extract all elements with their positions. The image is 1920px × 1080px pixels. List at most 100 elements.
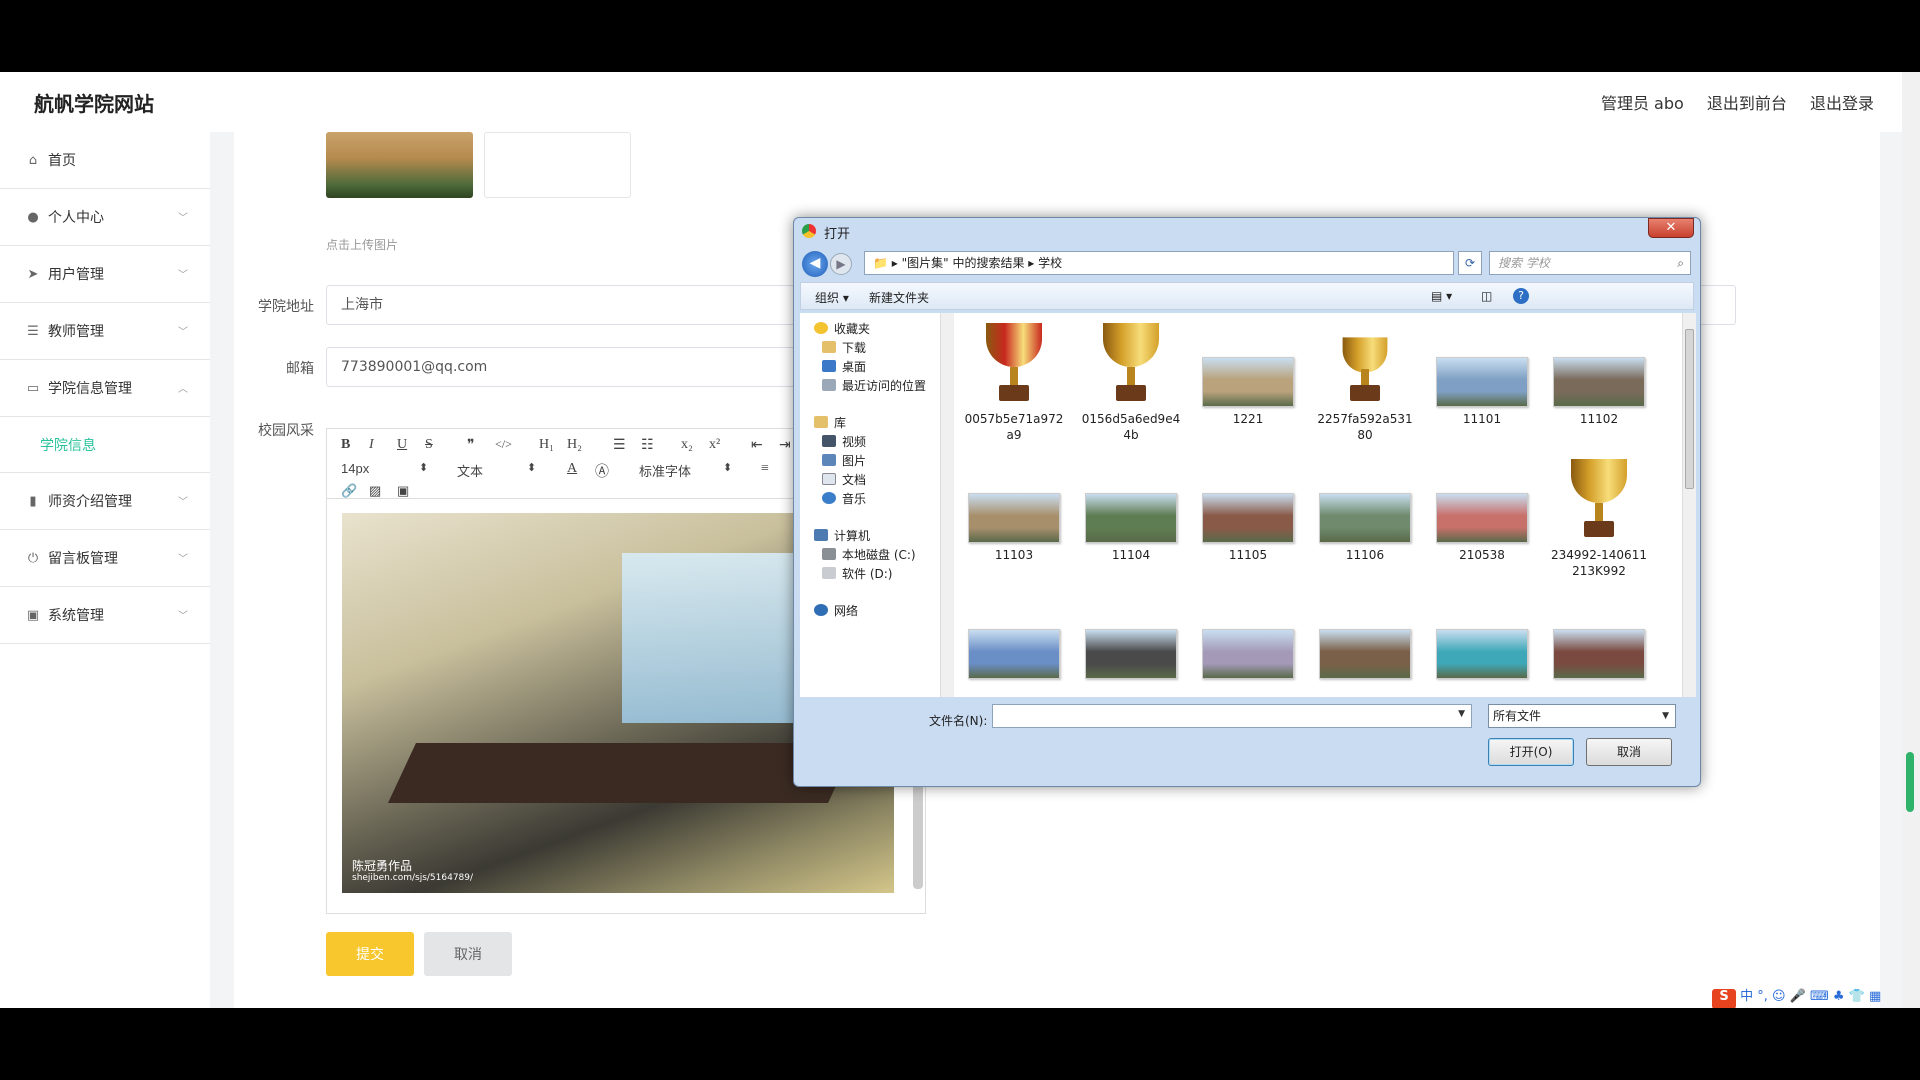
sidebar-item-home[interactable]: ⌂ 首页 [0, 132, 210, 189]
heading1-icon[interactable]: H₁ [539, 437, 554, 453]
sidebar-item-label: 个人中心 [48, 210, 104, 226]
bullet-list-icon[interactable]: ☷ [641, 437, 654, 454]
file-item[interactable]: 2257fa592a531 80 [1315, 319, 1415, 443]
image-icon[interactable]: ▨ [369, 483, 381, 499]
filename-input[interactable]: ▼ [992, 704, 1472, 728]
file-item[interactable]: 210538 [1432, 455, 1532, 563]
ime-toolbar[interactable]: S 中 °, ☺ 🎤 ⌨ ♣ 👕 ▦ [1712, 985, 1881, 1008]
tree-videos[interactable]: 视频 [822, 432, 866, 452]
tree-network[interactable]: 网络 [814, 601, 858, 621]
file-item[interactable] [1081, 591, 1181, 683]
sidebar-item-users[interactable]: ➤ 用户管理 ﹀ [0, 246, 210, 303]
strikethrough-icon[interactable]: S [425, 437, 433, 453]
tree-disk-c[interactable]: 本地磁盘 (C:) [822, 545, 916, 565]
ime-logo[interactable]: S [1712, 989, 1736, 1008]
sidebar-subitem-college-info[interactable]: 学院信息 [0, 417, 210, 473]
underline-icon[interactable]: U [397, 437, 407, 453]
tree-favorites[interactable]: 收藏夹 [814, 319, 870, 339]
file-item[interactable]: 11102 [1549, 319, 1649, 427]
file-item[interactable]: 234992-140611 213K992 [1549, 455, 1649, 579]
upload-hint[interactable]: 点击上传图片 [326, 236, 398, 253]
sidebar-item-system[interactable]: ▣ 系统管理 ﹀ [0, 587, 210, 644]
view-options-icon[interactable]: ▤ ▾ [1431, 289, 1452, 303]
align-icon[interactable]: ≡ [761, 461, 769, 477]
file-item[interactable]: 11106 [1315, 455, 1415, 563]
tree-library[interactable]: 库 [814, 413, 846, 433]
organize-menu[interactable]: 组织 ▾ [815, 289, 849, 306]
tree-computer[interactable]: 计算机 [814, 526, 870, 546]
scrollbar-thumb[interactable] [1906, 752, 1914, 812]
sidebar-item-college-info-mgmt[interactable]: ▭ 学院信息管理 ︿ [0, 360, 210, 417]
file-scrollbar[interactable] [1682, 313, 1696, 697]
ordered-list-icon[interactable]: ☰ [613, 437, 626, 454]
indent-icon[interactable]: ⇥ [779, 437, 791, 454]
open-button[interactable]: 打开(O) [1488, 738, 1574, 766]
refresh-icon[interactable]: ⟳ [1458, 251, 1482, 275]
video-icon[interactable]: ▣ [397, 483, 409, 499]
file-item[interactable] [1315, 591, 1415, 683]
quote-icon[interactable]: ❞ [467, 437, 475, 454]
dropdown-arrow-icon[interactable]: ▼ [1458, 709, 1465, 719]
file-item[interactable]: 11103 [964, 455, 1064, 563]
link-icon[interactable]: 🔗 [341, 483, 357, 499]
tree-music[interactable]: 音乐 [822, 489, 866, 509]
tree-disk-d[interactable]: 软件 (D:) [822, 564, 892, 584]
sidebar-item-faculty[interactable]: ▮ 师资介绍管理 ﹀ [0, 473, 210, 530]
paragraph-select[interactable]: 文本 [457, 461, 483, 480]
code-icon[interactable]: </> [495, 437, 512, 452]
upload-slot[interactable] [484, 132, 631, 198]
chevron-up-icon: ︿ [178, 384, 188, 395]
new-folder-button[interactable]: 新建文件夹 [869, 289, 929, 306]
card-icon: ▣ [26, 607, 40, 623]
submit-button[interactable]: 提交 [326, 932, 414, 976]
dialog-cancel-button[interactable]: 取消 [1586, 738, 1672, 766]
search-input[interactable]: 搜索 学校 ⌕ [1489, 251, 1691, 275]
highlight-icon[interactable]: Ⓐ [595, 461, 609, 481]
scrollbar-thumb[interactable] [1685, 329, 1694, 489]
page-scrollbar[interactable] [1902, 72, 1920, 1008]
file-item[interactable]: 0057b5e71a972 a9 [964, 319, 1064, 443]
tree-documents[interactable]: 文档 [822, 470, 866, 490]
close-button[interactable]: ✕ [1648, 218, 1694, 238]
sidebar-item-profile[interactable]: ● 个人中心 ﹀ [0, 189, 210, 246]
tree-pictures[interactable]: 图片 [822, 451, 866, 471]
file-item[interactable]: 1221 [1198, 319, 1298, 427]
file-item[interactable]: 0156d5a6ed9e4 4b [1081, 319, 1181, 443]
back-to-front-link[interactable]: 退出到前台 [1707, 94, 1787, 113]
preview-pane-icon[interactable]: ◫ [1481, 289, 1492, 303]
home-icon: ⌂ [28, 152, 38, 168]
superscript-icon[interactable]: x² [709, 437, 720, 453]
file-item[interactable]: 11105 [1198, 455, 1298, 563]
font-family-select[interactable]: 标准字体 [639, 461, 691, 480]
file-item[interactable] [1432, 591, 1532, 683]
breadcrumb-leaf[interactable]: 学校 [1038, 256, 1062, 270]
file-item[interactable] [1198, 591, 1298, 683]
tree-desktop[interactable]: 桌面 [822, 357, 866, 377]
forward-arrow-icon[interactable]: ▶ [830, 253, 852, 275]
cancel-button[interactable]: 取消 [424, 932, 512, 976]
sidebar-item-guestbook[interactable]: ⏻ 留言板管理 ﹀ [0, 530, 210, 587]
tree-downloads[interactable]: 下载 [822, 338, 866, 358]
help-icon[interactable]: ? [1513, 288, 1529, 304]
tree-scrollbar[interactable] [940, 313, 954, 697]
file-item[interactable]: 11101 [1432, 319, 1532, 427]
bold-icon[interactable]: B [341, 437, 350, 453]
uploaded-image-thumbnail[interactable] [326, 132, 473, 198]
font-size-select[interactable]: 14px [341, 461, 369, 476]
heading2-icon[interactable]: H₂ [567, 437, 582, 453]
outdent-icon[interactable]: ⇤ [751, 437, 763, 454]
file-item[interactable] [964, 591, 1064, 683]
address-bar[interactable]: 📁 ▸ "图片集" 中的搜索结果 ▸ 学校 [864, 251, 1454, 275]
file-item[interactable]: 11104 [1081, 455, 1181, 563]
font-color-icon[interactable]: A [567, 461, 577, 477]
subscript-icon[interactable]: x₂ [681, 437, 693, 453]
logout-link[interactable]: 退出登录 [1810, 94, 1874, 113]
sidebar-item-label: 教师管理 [48, 324, 104, 340]
tree-recent[interactable]: 最近访问的位置 [822, 376, 926, 396]
filetype-select[interactable]: 所有文件 ▼ [1488, 704, 1676, 728]
back-arrow-icon[interactable]: ◀ [802, 251, 828, 277]
breadcrumb-root[interactable]: "图片集" 中的搜索结果 [902, 256, 1025, 270]
file-item[interactable] [1549, 591, 1649, 683]
italic-icon[interactable]: I [369, 437, 374, 453]
sidebar-item-teachers[interactable]: ☰ 教师管理 ﹀ [0, 303, 210, 360]
